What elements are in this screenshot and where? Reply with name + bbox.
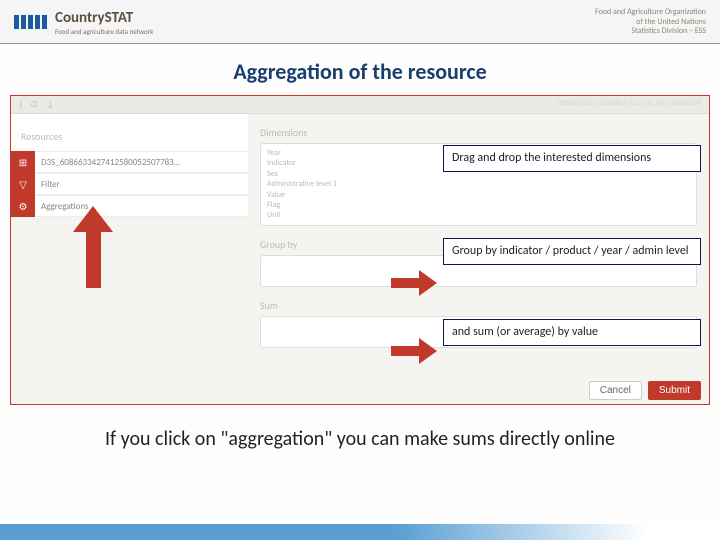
slide-caption: If you click on "aggregation" you can ma… bbox=[0, 405, 720, 451]
resource-item-dataset[interactable]: ⊞ D3S_608663342741258005250778З... bbox=[11, 151, 248, 173]
annotation-sum: and sum (or average) by value bbox=[443, 319, 701, 346]
button-row: Cancel Submit bbox=[589, 381, 701, 400]
cancel-button[interactable]: Cancel bbox=[589, 381, 642, 400]
arrow-to-groupby bbox=[391, 268, 441, 298]
resources-sidebar: Resources ⊞ D3S_608663342741258005250778… bbox=[11, 114, 248, 217]
aggregation-icon: ⚙ bbox=[11, 195, 35, 217]
dim-item[interactable]: Flag bbox=[267, 200, 690, 210]
org-line3: Statistics Division – ESS bbox=[595, 27, 706, 37]
main-panel: ⟨ ⊙ ↓ Population by sex (sub-national) (… bbox=[10, 95, 710, 405]
resource-item-aggregations[interactable]: ⚙ Aggregations bbox=[11, 195, 248, 217]
annotation-groupby: Group by indicator / product / year / ad… bbox=[443, 238, 701, 265]
brand-name: CountrySTAT bbox=[55, 9, 133, 27]
tab-title-reversed: Population by sex (sub-national) (comput… bbox=[557, 98, 701, 108]
resource-label: D3S_608663342741258005250778З... bbox=[41, 157, 180, 168]
resources-heading: Resources bbox=[11, 130, 248, 151]
panel-topbar: ⟨ ⊙ ↓ Population by sex (sub-national) (… bbox=[11, 96, 709, 114]
resource-item-filter[interactable]: ▽ Filter bbox=[11, 173, 248, 195]
arrow-to-sum bbox=[391, 336, 441, 366]
app-header: CountrySTAT Food and agriculture data ne… bbox=[0, 0, 720, 44]
back-icon[interactable]: ⟨ bbox=[19, 99, 23, 110]
dim-item[interactable]: Value bbox=[267, 190, 690, 200]
page-title: Aggregation of the resource bbox=[0, 44, 720, 95]
dimensions-label: Dimensions bbox=[260, 126, 697, 139]
header-org: Food and Agriculture Organization of the… bbox=[595, 8, 706, 37]
logo-icon bbox=[14, 15, 47, 29]
brand-block: CountrySTAT Food and agriculture data ne… bbox=[55, 8, 153, 36]
sum-label: Sum bbox=[260, 299, 697, 312]
submit-button[interactable]: Submit bbox=[648, 381, 701, 400]
arrow-to-aggregations bbox=[73, 206, 113, 288]
tool-icon[interactable]: ⊙ bbox=[31, 99, 39, 110]
annotation-drag-drop: Drag and drop the interested dimensions bbox=[443, 145, 701, 172]
down-icon[interactable]: ↓ bbox=[46, 99, 54, 110]
dim-item[interactable]: Administrative level 1 bbox=[267, 179, 690, 189]
dataset-icon: ⊞ bbox=[11, 151, 35, 173]
dim-item[interactable]: Unit bbox=[267, 210, 690, 220]
brand-subtitle: Food and agriculture data network bbox=[55, 27, 153, 36]
footer-bar bbox=[0, 524, 720, 540]
resource-label: Filter bbox=[41, 179, 60, 190]
filter-icon: ▽ bbox=[11, 173, 35, 195]
